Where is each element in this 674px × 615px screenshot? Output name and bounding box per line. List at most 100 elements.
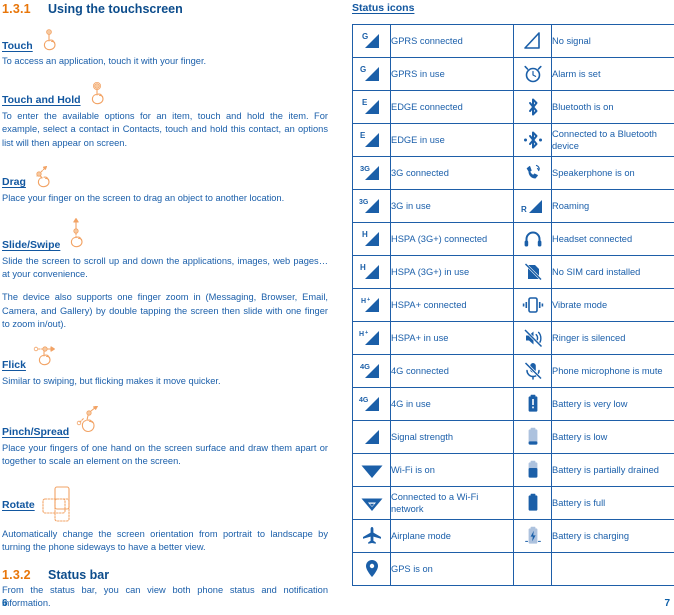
section-number: 1.3.1 (2, 2, 31, 16)
gesture-block-slide-swipe: Slide/Swipe (2, 217, 330, 251)
4g-connected-icon: 4G (352, 354, 391, 388)
svg-text:E: E (360, 131, 366, 140)
table-row: 3G 3G connected Speakerphone is on (352, 156, 674, 190)
svg-text:E: E (362, 98, 368, 107)
table-row: G GPRS connected No signal (352, 24, 674, 58)
status-label: Airplane mode (390, 519, 514, 553)
hand-pinch-spread-icon (76, 406, 99, 433)
status-label: Roaming (551, 189, 674, 223)
svg-text:+: + (365, 330, 368, 336)
battery-partial-icon (513, 453, 552, 487)
gesture-title-touch: Touch (2, 40, 33, 52)
svg-text:H: H (360, 263, 366, 272)
gesture-block-pinch-spread: Pinch/Spread (2, 406, 330, 438)
status-label: No signal (551, 24, 674, 58)
gesture-block-drag: Drag (2, 164, 330, 188)
alarm-clock-icon (513, 57, 552, 91)
table-row: E EDGE connected Bluetooth is on (352, 90, 674, 124)
status-label (551, 552, 674, 586)
bluetooth-icon (513, 90, 552, 124)
hand-slide-swipe-icon (71, 218, 83, 248)
gesture-block-flick: Flick (2, 345, 330, 371)
gprs-connected-icon: G (352, 24, 391, 58)
status-label: 4G in use (390, 387, 514, 421)
table-row: 3G 3G in use R Roaming (352, 189, 674, 223)
wifi-on-icon (352, 453, 391, 487)
gesture-text-touch: To access an application, touch it with … (2, 56, 207, 66)
manual-page-spread: 1.3.1 Using the touchscreen Touch To acc… (0, 0, 674, 615)
status-label: Headset connected (551, 222, 674, 256)
gesture-title-pinch-spread: Pinch/Spread (2, 426, 70, 439)
table-row: 4G 4G in use Battery is very low (352, 387, 674, 421)
gprs-in-use-icon: G (352, 57, 391, 91)
svg-text:H: H (359, 331, 364, 338)
table-row: 4G 4G connected Phone microphone is mute (352, 354, 674, 388)
status-label: HSPA (3G+) connected (390, 222, 514, 256)
signal-strength-icon (352, 420, 391, 454)
gesture-text-slide-swipe-2: The device also supports one finger zoom… (2, 292, 328, 329)
no-signal-icon (513, 24, 552, 58)
3g-in-use-icon: 3G (352, 189, 391, 223)
svg-text:3G: 3G (360, 164, 370, 173)
microphone-mute-icon (513, 354, 552, 388)
gesture-text-touch-hold: To enter the available options for an it… (2, 111, 328, 148)
hand-touch-hold-icon (91, 82, 104, 105)
svg-text:4G: 4G (360, 362, 370, 371)
gesture-text-drag: Place your finger on the screen to drag … (2, 192, 285, 203)
status-label: Connected to a Wi-Fi network (390, 486, 514, 520)
4g-in-use-icon: 4G (352, 387, 391, 421)
table-row: H + HSPA+ connected Vibrate mode (352, 288, 674, 322)
section-heading-1-3-2: 1.3.2 Status bar (2, 568, 330, 582)
svg-text:+: + (367, 297, 370, 303)
svg-text:G: G (362, 32, 368, 41)
status-icons-table: G GPRS connected No signal G GPRS in use… (352, 24, 674, 586)
hspa-in-use-icon: H (352, 255, 391, 289)
status-label: No SIM card installed (551, 255, 674, 289)
table-row: Airplane mode Battery is charging (352, 519, 674, 553)
status-label: GPRS connected (390, 24, 514, 58)
table-row: H HSPA (3G+) in use No SIM card installe… (352, 255, 674, 289)
status-label: GPRS in use (390, 57, 514, 91)
gesture-text-rotate: Automatically change the screen orientat… (2, 528, 328, 552)
gesture-title-touch-hold: Touch and Hold (2, 94, 81, 107)
hspaplus-connected-icon: H + (352, 288, 391, 322)
status-label: Wi-Fi is on (390, 453, 514, 487)
edge-connected-icon: E (352, 90, 391, 124)
battery-charging-icon (513, 519, 552, 553)
edge-in-use-icon: E (352, 123, 391, 157)
status-label: GPS is on (390, 552, 514, 586)
hspaplus-in-use-icon: H + (352, 321, 391, 355)
table-row: Connected to a Wi-Fi network Battery is … (352, 486, 674, 520)
status-label: HSPA (3G+) in use (390, 255, 514, 289)
status-label: 4G connected (390, 354, 514, 388)
hspa-connected-icon: H (352, 222, 391, 256)
gesture-text-pinch-spread: Place your fingers of one hand on the sc… (2, 443, 328, 467)
status-label: 3G connected (390, 156, 514, 190)
gesture-block-rotate: Rotate (2, 485, 330, 525)
status-label: Ringer is silenced (551, 321, 674, 355)
section-heading-1-3-1: 1.3.1 Using the touchscreen (2, 2, 330, 16)
status-label: Speakerphone is on (551, 156, 674, 190)
ringer-silenced-icon (513, 321, 552, 355)
status-label: Battery is partially drained (551, 453, 674, 487)
status-label: Battery is full (551, 486, 674, 520)
status-label: Alarm is set (551, 57, 674, 91)
section2-text: From the status bar, you can view both p… (2, 585, 328, 609)
status-label: Phone microphone is mute (551, 354, 674, 388)
right-page-column: Status icons G GPRS connected No signal … (348, 0, 674, 615)
status-label: Battery is very low (551, 387, 674, 421)
table-row: Wi-Fi is on Battery is partially drained (352, 453, 674, 487)
gesture-text-slide-swipe-1: Slide the screen to scroll up and down t… (2, 256, 328, 280)
status-label: EDGE connected (390, 90, 514, 124)
gesture-title-rotate: Rotate (2, 498, 35, 511)
section2-number: 1.3.2 (2, 568, 31, 583)
table-row: H HSPA (3G+) connected Headset connected (352, 222, 674, 256)
status-label: Signal strength (390, 420, 514, 454)
hand-drag-icon (36, 165, 50, 188)
status-label: HSPA+ connected (390, 288, 514, 322)
hand-flick-icon (33, 346, 55, 366)
empty-icon-cell (513, 552, 552, 586)
3g-connected-icon: 3G (352, 156, 391, 190)
roaming-icon: R (513, 189, 552, 223)
section2-title: Status bar (48, 568, 110, 583)
